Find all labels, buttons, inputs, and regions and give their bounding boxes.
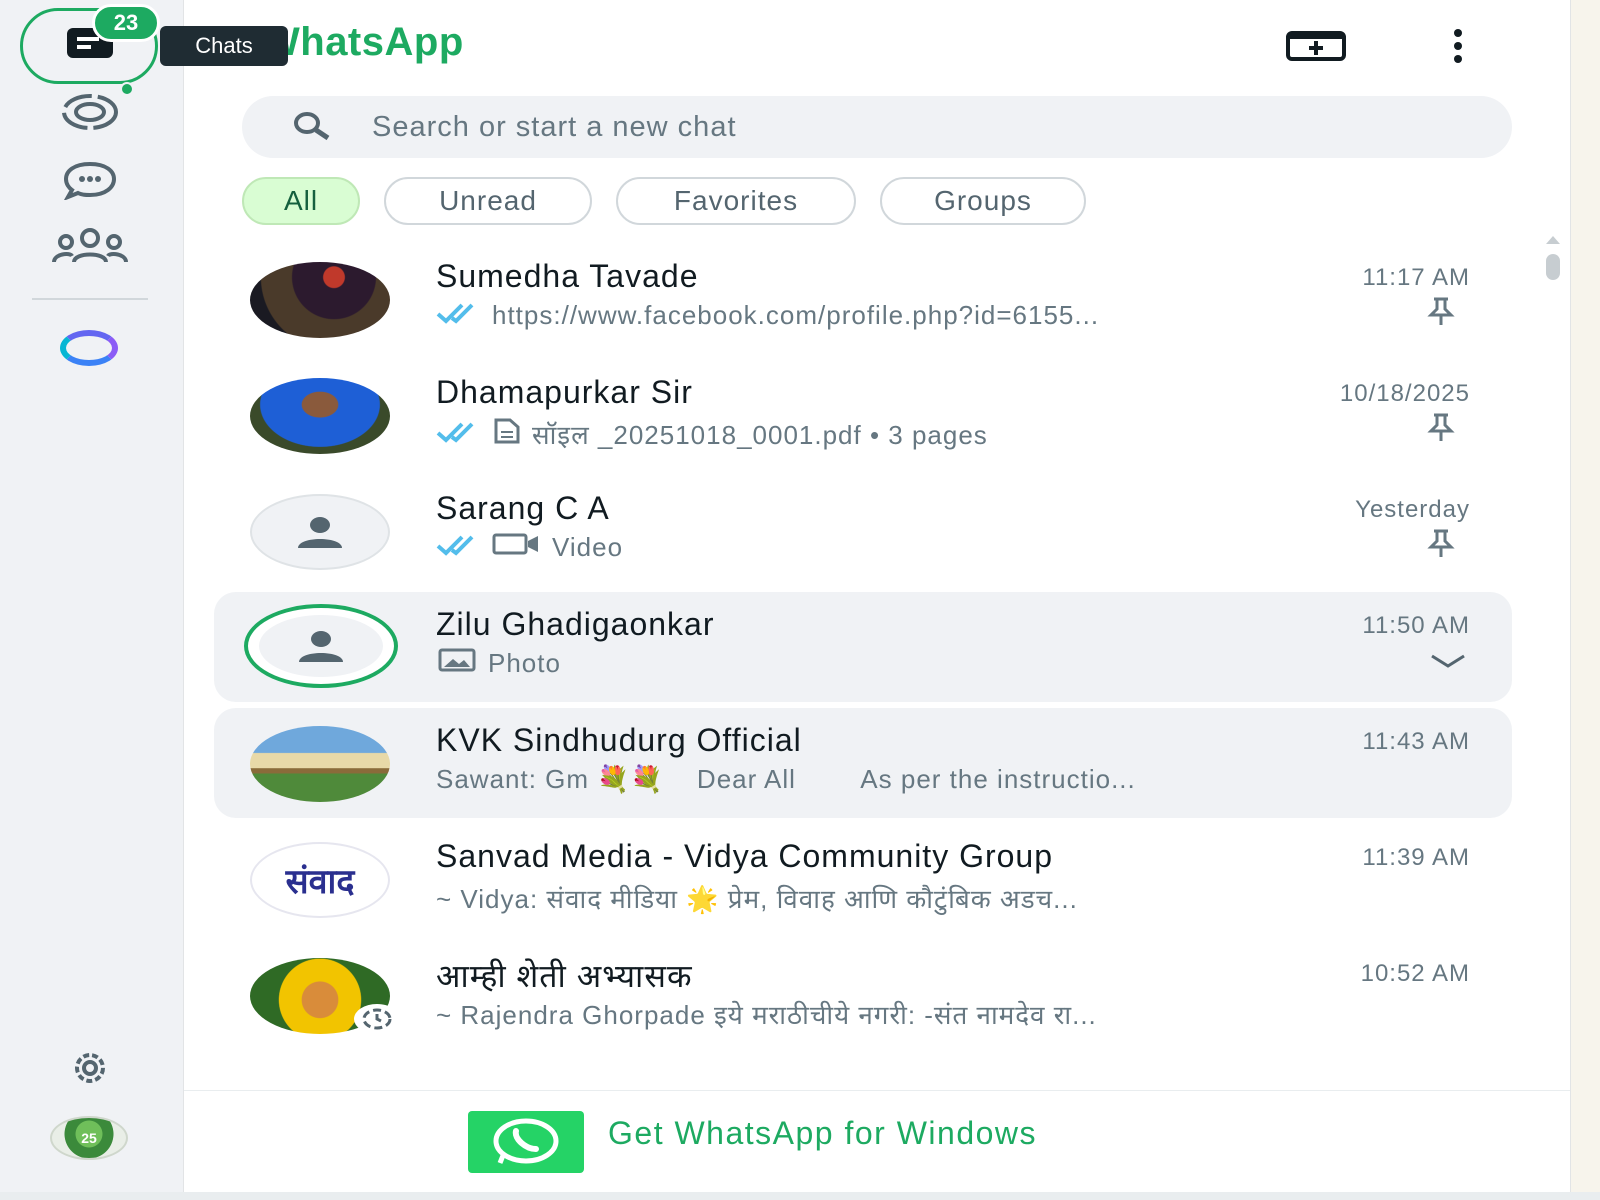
- unread-count-badge: 23: [92, 4, 160, 42]
- app-title: WhatsApp: [262, 20, 464, 64]
- download-banner[interactable]: Get WhatsApp for Windows: [184, 1090, 1570, 1192]
- chat-preview-text: Video: [552, 532, 624, 562]
- filter-unread[interactable]: Unread: [384, 177, 592, 225]
- meta-ai-icon[interactable]: [60, 330, 118, 366]
- profile-avatar[interactable]: 25: [50, 1116, 128, 1160]
- chat-name: Dhamapurkar Sir: [436, 374, 693, 410]
- video-icon: [492, 532, 542, 563]
- filter-favorites[interactable]: Favorites: [616, 177, 856, 225]
- chat-preview: Sawant: Gm 💐💐 Dear All As per the instru…: [436, 764, 1136, 795]
- chat-row[interactable]: Sarang C A Yesterday Video: [214, 476, 1512, 586]
- scrollbar-thumb[interactable]: [1546, 254, 1560, 280]
- photo-icon: [436, 648, 478, 679]
- settings-icon[interactable]: [42, 1040, 138, 1096]
- default-avatar-icon: [298, 517, 342, 548]
- download-banner-text: Get WhatsApp for Windows: [608, 1115, 1038, 1151]
- whatsapp-logo-icon: [468, 1111, 584, 1173]
- pin-icon: [1426, 412, 1456, 447]
- chat-name: Sumedha Tavade: [436, 258, 699, 294]
- avatar: संवाद: [250, 842, 390, 918]
- chat-time: 11:17 AM: [1362, 264, 1470, 291]
- chat-row[interactable]: Dhamapurkar Sir 10/18/2025 सॉइल _2025101…: [214, 360, 1512, 470]
- conversation-pane-edge: [1570, 0, 1600, 1200]
- chat-name: Zilu Ghadigaonkar: [436, 606, 715, 642]
- chat-time: 11:43 AM: [1362, 728, 1470, 755]
- chat-row[interactable]: Sumedha Tavade 11:17 AM https://www.face…: [214, 244, 1512, 354]
- chat-row[interactable]: संवाद Sanvad Media - Vidya Community Gro…: [214, 824, 1512, 934]
- pin-icon: [1426, 528, 1456, 563]
- channels-icon[interactable]: [42, 152, 138, 208]
- read-ticks-icon: [436, 419, 482, 450]
- chat-preview: Photo: [436, 648, 561, 679]
- document-icon: [492, 418, 522, 451]
- chat-preview: https://www.facebook.com/profile.php?id=…: [436, 300, 1099, 331]
- status-icon[interactable]: [42, 84, 138, 140]
- profile-avatar-text: 25: [81, 1130, 97, 1146]
- chat-name: KVK Sindhudurg Official: [436, 722, 802, 758]
- avatar: [244, 604, 398, 688]
- avatar: [250, 726, 390, 802]
- chat-preview-text: Sawant: Gm 💐💐 Dear All As per the instru…: [436, 764, 1136, 794]
- bottom-border: [0, 1192, 1600, 1200]
- communities-icon[interactable]: [42, 218, 138, 274]
- chevron-down-icon[interactable]: [1428, 652, 1468, 677]
- search-bar[interactable]: [242, 96, 1512, 158]
- chat-preview: ~ Rajendra Ghorpade इये मराठीचीये नगरी: …: [436, 996, 1097, 1032]
- read-ticks-icon: [436, 532, 482, 563]
- chat-row[interactable]: आम्ही शेती अभ्यासक 10:52 AM ~ Rajendra G…: [214, 940, 1512, 1050]
- chat-preview-text: https://www.facebook.com/profile.php?id=…: [492, 300, 1100, 330]
- chat-name: आम्ही शेती अभ्यासक: [436, 958, 693, 994]
- rail-divider: [32, 298, 148, 300]
- chat-preview-text: ~ Rajendra Ghorpade इये मराठीचीये नगरी: …: [436, 1000, 1097, 1030]
- whatsapp-web-app: 23 Chats 25 WhatsApp All Unread Fa: [0, 0, 1600, 1200]
- chats-tooltip: Chats: [160, 26, 288, 66]
- new-chat-icon[interactable]: [1284, 22, 1348, 70]
- avatar: [250, 494, 390, 570]
- chat-time: 10/18/2025: [1339, 380, 1470, 407]
- navigation-rail: 23 Chats 25: [0, 0, 288, 1192]
- scroll-up-arrow[interactable]: [1546, 236, 1560, 244]
- pin-icon: [1426, 296, 1456, 331]
- chat-preview: ~ Vidya: संवाद मीडिया 🌟 प्रेम, विवाह आणि…: [436, 880, 1078, 916]
- chat-time: Yesterday: [1355, 496, 1470, 523]
- chat-row[interactable]: Zilu Ghadigaonkar 11:50 AM Photo: [214, 592, 1512, 702]
- chat-preview: सॉइल _20251018_0001.pdf • 3 pages: [436, 416, 988, 452]
- status-ring: [259, 615, 383, 677]
- avatar: [250, 262, 390, 338]
- status-update-icon: [354, 1004, 400, 1034]
- menu-icon[interactable]: [1426, 22, 1490, 70]
- filter-all[interactable]: All: [242, 177, 360, 225]
- chat-row[interactable]: KVK Sindhudurg Official 11:43 AM Sawant:…: [214, 708, 1512, 818]
- chat-preview: Video: [436, 532, 623, 563]
- chat-time: 11:39 AM: [1362, 844, 1470, 871]
- search-icon: [290, 110, 334, 147]
- chat-preview-text: Photo: [488, 648, 561, 678]
- chat-name: Sanvad Media - Vidya Community Group: [436, 838, 1054, 874]
- avatar: [250, 378, 390, 454]
- chat-time: 11:50 AM: [1362, 612, 1470, 639]
- chat-preview-text: ~ Vidya: संवाद मीडिया 🌟 प्रेम, विवाह आणि…: [436, 884, 1078, 914]
- chat-time: 10:52 AM: [1360, 960, 1470, 987]
- filter-groups[interactable]: Groups: [880, 177, 1086, 225]
- avatar-text: संवाद: [285, 862, 355, 902]
- chat-name: Sarang C A: [436, 490, 610, 526]
- default-avatar-icon: [299, 631, 343, 662]
- read-ticks-icon: [436, 300, 482, 331]
- search-input[interactable]: [372, 104, 1472, 150]
- chat-preview-text: सॉइल _20251018_0001.pdf • 3 pages: [532, 420, 988, 450]
